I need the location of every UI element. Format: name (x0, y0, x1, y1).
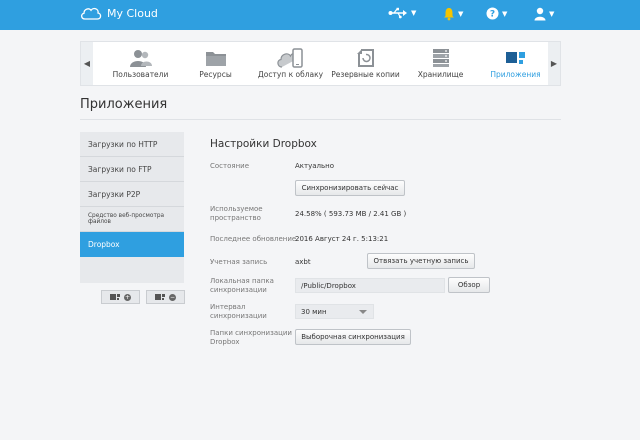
brand-logo[interactable]: My Cloud (80, 6, 158, 20)
chevron-right-icon: ▶ (550, 59, 558, 68)
cloud-icon (81, 7, 102, 20)
sync-folders-label: Папки синхронизации Dropbox (210, 329, 292, 347)
nav-scroll-left-button[interactable]: ◀ (81, 42, 93, 85)
main-nav: ◀ Пользователи Ресурсы Доступ к облаку Р… (80, 41, 561, 86)
chevron-down-icon: ▼ (411, 9, 417, 17)
page-title: Приложения (80, 97, 168, 112)
storage-icon (432, 49, 449, 67)
apps-icon (505, 52, 525, 64)
app-list-item-http[interactable]: Загрузки по HTTP (80, 132, 184, 157)
sync-folders-label-line: Dropbox (210, 338, 240, 346)
user-icon (534, 7, 546, 21)
nav-item-cloud-access[interactable]: Доступ к облаку (253, 42, 328, 85)
sync-interval-label: Интервал синхронизации (210, 303, 267, 321)
apps-icon (110, 293, 120, 300)
app-list-item-web-file-viewer[interactable]: Средство веб-просмотра файлов (80, 207, 184, 232)
used-space-label-line: пространство (210, 214, 261, 222)
chevron-down-icon: ▼ (549, 10, 555, 18)
svg-text:?: ? (490, 10, 495, 20)
nav-item-apps[interactable]: Приложения (478, 42, 553, 85)
user-menu[interactable]: ▼ (534, 7, 554, 21)
chevron-left-icon: ◀ (83, 59, 91, 68)
sync-interval-select[interactable]: 30 мин (295, 304, 374, 319)
status-label: Состояние (210, 162, 250, 170)
brand-name: My Cloud (107, 6, 158, 20)
used-space-label: Используемое пространство (210, 205, 263, 223)
chevron-down-icon: ▼ (458, 10, 464, 18)
nav-item-label: Резервные копии (331, 70, 400, 79)
nav-item-label: Приложения (490, 70, 541, 79)
nav-item-label: Ресурсы (199, 70, 232, 79)
users-icon (129, 50, 152, 67)
nav-item-label: Доступ к облаку (257, 70, 324, 79)
local-folder-label: Локальная папка синхронизации (210, 277, 274, 295)
local-folder-label-line: синхронизации (210, 286, 267, 294)
remove-app-button[interactable]: − (146, 290, 185, 304)
usb-icon (388, 7, 407, 19)
divider (80, 119, 561, 120)
cloud-phone-icon (276, 48, 303, 68)
last-update-label: Последнее обновление (210, 235, 297, 243)
chevron-down-icon: ▼ (502, 9, 508, 18)
bell-icon (444, 8, 454, 21)
help-menu[interactable]: ? ▼ (486, 7, 507, 20)
sync-folders-label-line: Папки синхронизации (210, 329, 292, 337)
local-folder-input[interactable]: /Public/Dropbox (295, 278, 445, 293)
browse-button[interactable]: Обзор (448, 277, 490, 293)
used-space-value: 24.58% ( 593.73 MB / 2.41 GB ) (295, 210, 407, 218)
used-space-label-line: Используемое (210, 205, 263, 213)
nav-item-users[interactable]: Пользователи (103, 42, 178, 85)
usb-menu[interactable]: ▼ (388, 7, 416, 19)
sync-interval-label-line: Интервал (210, 303, 246, 311)
last-update-value: 2016 Август 24 г. 5:13:21 (295, 235, 389, 243)
account-value: axbt (295, 258, 311, 266)
sync-now-button[interactable]: Синхронизировать сейчас (295, 180, 405, 196)
notifications-menu[interactable]: ▼ (443, 7, 463, 21)
panel-title: Настройки Dropbox (210, 138, 317, 150)
unlink-account-button[interactable]: Отвязать учетную запись (367, 253, 475, 269)
app-list-item-p2p[interactable]: Загрузки P2P (80, 182, 184, 207)
plus-icon: + (124, 293, 131, 301)
app-list: Загрузки по HTTP Загрузки по FTP Загрузк… (80, 132, 184, 283)
minus-icon: − (169, 293, 176, 301)
folder-icon (205, 52, 226, 66)
apps-icon (155, 293, 165, 300)
nav-item-label: Пользователи (112, 70, 169, 79)
nav-scroll-right-button[interactable]: ▶ (548, 42, 560, 85)
nav-item-storage[interactable]: Хранилище (403, 42, 478, 85)
nav-item-label: Хранилище (417, 70, 464, 79)
selective-sync-button[interactable]: Выборочная синхронизация (295, 329, 411, 345)
backup-icon (356, 49, 374, 67)
app-list-item-ftp[interactable]: Загрузки по FTP (80, 157, 184, 182)
status-value: Актуально (295, 162, 334, 170)
add-app-button[interactable]: + (101, 290, 140, 304)
account-label: Учетная запись (210, 258, 268, 266)
nav-item-backups[interactable]: Резервные копии (328, 42, 403, 85)
chevron-down-icon (359, 310, 367, 314)
top-bar: My Cloud ▼ ▼ ? ▼ ▼ (0, 0, 640, 30)
help-icon: ? (486, 7, 499, 20)
app-list-item-dropbox[interactable]: Dropbox (80, 232, 184, 257)
nav-item-shares[interactable]: Ресурсы (178, 42, 253, 85)
local-folder-label-line: Локальная папка (210, 277, 274, 285)
sync-interval-value: 30 мин (301, 307, 327, 316)
sync-interval-label-line: синхронизации (210, 312, 267, 320)
